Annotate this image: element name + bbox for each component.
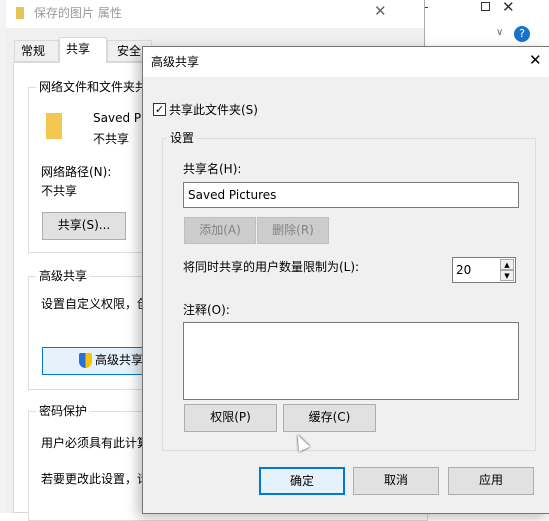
close-icon[interactable]: ✕ bbox=[529, 51, 542, 69]
comment-textarea[interactable] bbox=[183, 322, 519, 400]
help-icon[interactable]: ? bbox=[514, 26, 530, 42]
add-button[interactable]: 添加(A) bbox=[184, 217, 256, 244]
spin-up-button[interactable]: ▲ bbox=[500, 259, 514, 270]
settings-group: 设置 共享名(H): Saved Pictures 添加(A) 删除(R) 将同… bbox=[162, 130, 536, 451]
maximize-icon[interactable] bbox=[481, 2, 490, 11]
ok-button[interactable]: 确定 bbox=[259, 467, 345, 495]
permissions-button[interactable]: 权限(P) bbox=[184, 404, 277, 432]
share-name-input[interactable]: Saved Pictures bbox=[183, 182, 519, 208]
share-folder-label: 共享此文件夹(S) bbox=[169, 103, 258, 117]
share-folder-checkbox[interactable]: ✓ bbox=[153, 103, 166, 116]
close-icon[interactable]: ✕ bbox=[502, 0, 515, 16]
uac-shield-icon bbox=[79, 353, 92, 368]
folder-icon bbox=[16, 7, 24, 19]
apply-button[interactable]: 应用 bbox=[448, 467, 534, 495]
caching-button[interactable]: 缓存(C) bbox=[283, 404, 376, 432]
dialog-title-bar: 高级共享 ✕ bbox=[143, 47, 549, 77]
title-bar: 保存的图片 属性 ✕ bbox=[6, 0, 424, 28]
chevron-down-icon[interactable]: ∨ bbox=[496, 27, 503, 38]
cancel-button[interactable]: 取消 bbox=[353, 467, 439, 495]
remove-button[interactable]: 删除(R) bbox=[257, 217, 329, 244]
share-button[interactable]: 共享(S)... bbox=[42, 212, 126, 240]
spin-down-button[interactable]: ▼ bbox=[500, 270, 514, 281]
tab-general[interactable]: 常规 bbox=[14, 40, 59, 62]
window-title: 保存的图片 属性 bbox=[34, 6, 122, 20]
dialog-title: 高级共享 bbox=[151, 55, 200, 69]
tab-sharing[interactable]: 共享 bbox=[59, 37, 107, 63]
user-limit-spinner[interactable]: 20 ▲ ▼ bbox=[452, 257, 516, 283]
advanced-sharing-dialog: 高级共享 ✕ ✓ 共享此文件夹(S) 设置 共享名(H): Saved Pict… bbox=[142, 46, 549, 514]
close-icon[interactable]: ✕ bbox=[374, 2, 387, 20]
folder-icon bbox=[46, 113, 62, 139]
